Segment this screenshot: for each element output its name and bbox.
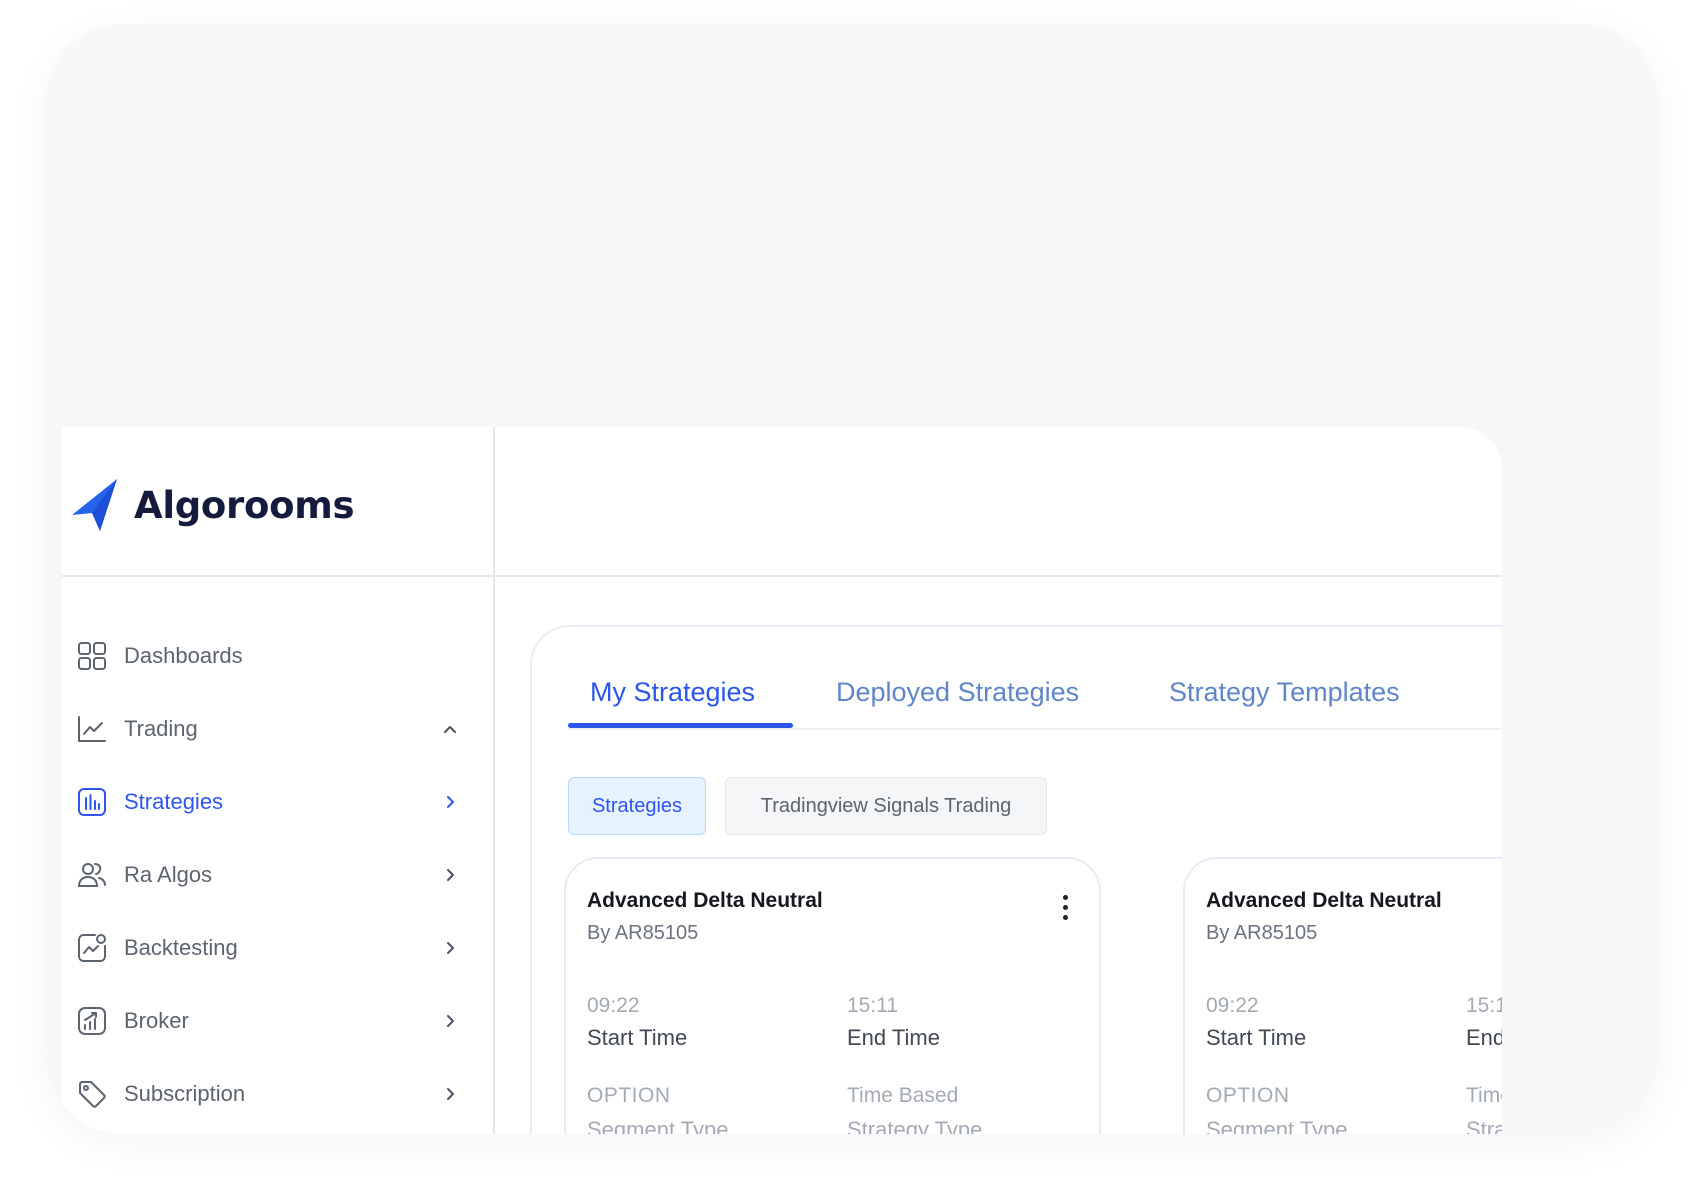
strategies-panel: My Strategies Deployed Strategies Strate… — [530, 625, 1502, 1134]
chevron-right-icon[interactable] — [441, 793, 459, 811]
sidebar-nav: Dashboards Trading Strategies Ra Algos B… — [76, 619, 481, 1130]
tab-my-strategies[interactable]: My Strategies — [590, 675, 755, 730]
strategy-title: Advanced Delta Neutral — [1206, 889, 1442, 912]
sidebar-item-trading[interactable]: Trading — [76, 692, 481, 765]
active-tab-indicator — [568, 723, 793, 728]
strategy-tabs: My Strategies Deployed Strategies Strate… — [568, 675, 1502, 730]
brand-name: Algorooms — [134, 483, 355, 527]
start-time-value: 09:22 — [1206, 994, 1259, 1017]
filter-tradingview-signals-button[interactable]: Tradingview Signals Trading — [725, 777, 1047, 835]
sidebar-item-strategies[interactable]: Strategies — [76, 765, 481, 838]
end-time-label: End Time — [1466, 1025, 1502, 1050]
sidebar-item-ra-algos[interactable]: Ra Algos — [76, 838, 481, 911]
start-time-value: 09:22 — [587, 994, 640, 1017]
paper-plane-logo-icon — [72, 479, 117, 531]
strategy-type-value: Time Based — [1466, 1084, 1502, 1107]
sidebar-item-label: Ra Algos — [124, 861, 213, 887]
chevron-right-icon[interactable] — [441, 939, 459, 957]
tab-strategy-templates[interactable]: Strategy Templates — [1169, 675, 1400, 730]
sidebar-item-subscription[interactable]: Subscription — [76, 1057, 481, 1130]
sidebar-item-label: Backtesting — [124, 934, 238, 960]
chevron-right-icon[interactable] — [441, 1012, 459, 1030]
chevron-right-icon[interactable] — [441, 866, 459, 884]
strategy-type-label: Strategy Type — [1466, 1117, 1502, 1134]
grid-icon — [76, 640, 108, 672]
top-header — [495, 427, 1502, 575]
start-time-label: Start Time — [1206, 1025, 1307, 1050]
sidebar-item-label: Dashboards — [124, 642, 243, 668]
start-time-label: Start Time — [587, 1025, 688, 1050]
tag-icon — [76, 1078, 108, 1110]
sidebar-item-backtesting[interactable]: Backtesting — [76, 911, 481, 984]
chart-gear-icon — [76, 932, 108, 964]
filter-strategies-button[interactable]: Strategies — [568, 777, 706, 835]
sidebar: Algorooms Dashboards Trading Strategies … — [62, 427, 495, 1134]
background-frame: Algorooms Dashboards Trading Strategies … — [47, 24, 1657, 1134]
logo[interactable]: Algorooms — [70, 477, 354, 533]
sidebar-item-label: Trading — [124, 715, 198, 741]
strategy-card[interactable]: Advanced Delta Neutral By AR85105 09:22 … — [1183, 857, 1502, 1134]
sidebar-item-label: Subscription — [124, 1080, 246, 1106]
header-divider — [495, 575, 1502, 577]
line-chart-icon — [76, 713, 108, 745]
segment-type-value: OPTION — [587, 1084, 671, 1107]
bar-chart-square-icon — [76, 786, 108, 818]
strategy-title: Advanced Delta Neutral — [587, 889, 823, 912]
segment-type-label: Segment Type — [1206, 1117, 1348, 1134]
chevron-right-icon[interactable] — [441, 1085, 459, 1103]
segment-type-label: Segment Type — [587, 1117, 729, 1134]
sidebar-item-broker[interactable]: Broker — [76, 984, 481, 1057]
strategy-type-value: Time Based — [847, 1084, 959, 1107]
users-icon — [76, 859, 108, 891]
strategy-author: By AR85105 — [587, 922, 699, 944]
segment-type-value: OPTION — [1206, 1084, 1290, 1107]
more-options-icon[interactable] — [1061, 895, 1069, 925]
tab-deployed-strategies[interactable]: Deployed Strategies — [836, 675, 1079, 730]
sidebar-item-label: Strategies — [124, 788, 224, 814]
strategy-type-label: Strategy Type — [847, 1117, 983, 1134]
end-time-label: End Time — [847, 1025, 940, 1050]
chevron-up-icon[interactable] — [441, 720, 459, 738]
end-time-value: 15:11 — [847, 994, 898, 1017]
sidebar-item-dashboards[interactable]: Dashboards — [76, 619, 481, 692]
app-window: Algorooms Dashboards Trading Strategies … — [62, 427, 1502, 1134]
strategy-card[interactable]: Advanced Delta Neutral By AR85105 09:22 … — [564, 857, 1101, 1134]
end-time-value: 15:11 — [1466, 994, 1502, 1017]
sidebar-divider — [62, 575, 493, 577]
strategy-author: By AR85105 — [1206, 922, 1318, 944]
sidebar-item-label: Broker — [124, 1007, 189, 1033]
growth-chart-icon — [76, 1005, 108, 1037]
